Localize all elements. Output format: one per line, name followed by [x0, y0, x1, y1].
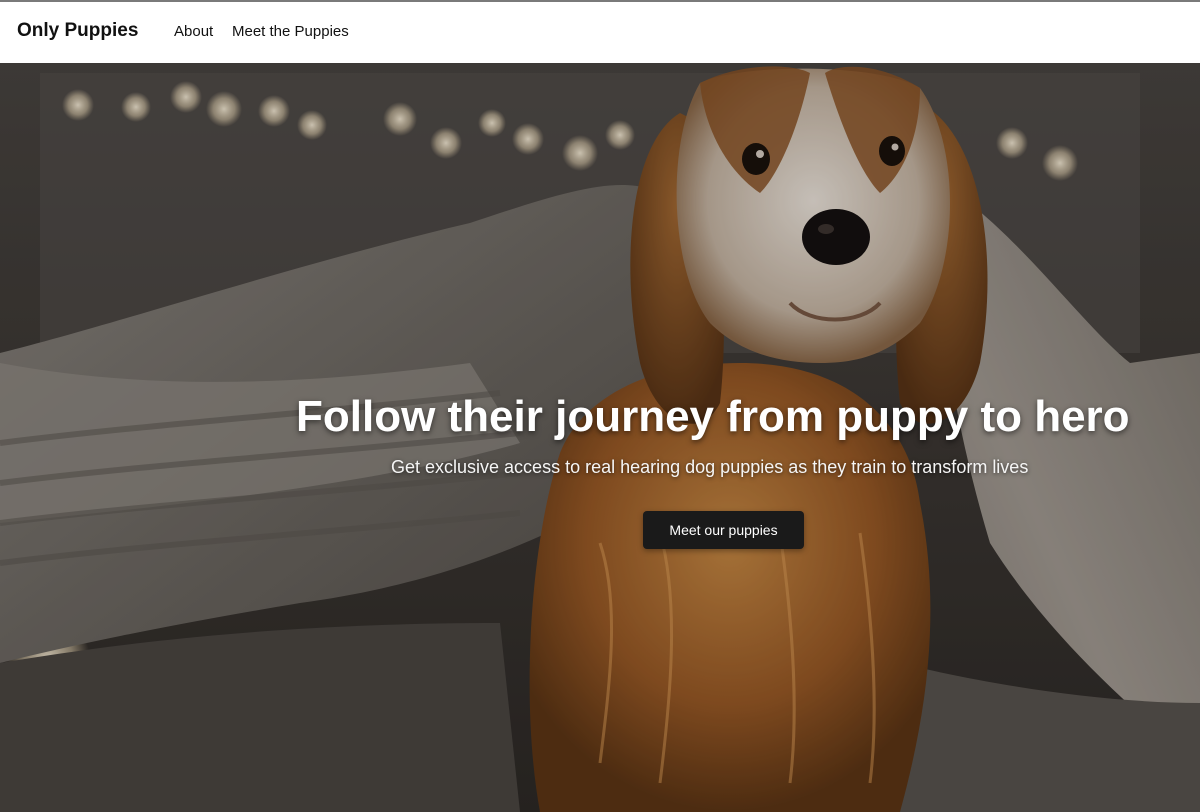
nav-link-meet-the-puppies[interactable]: Meet the Puppies: [232, 23, 349, 40]
hero-headline: Follow their journey from puppy to hero: [296, 392, 1130, 441]
hero-section: Follow their journey from puppy to hero …: [0, 63, 1200, 812]
meet-our-puppies-button[interactable]: Meet our puppies: [643, 511, 804, 549]
hero-subtitle: Get exclusive access to real hearing dog…: [391, 457, 1029, 477]
site-navbar: Only Puppies About Meet the Puppies: [0, 2, 1200, 63]
site-logo-brand[interactable]: Only Puppies: [17, 20, 138, 42]
nav-link-about[interactable]: About: [174, 23, 213, 40]
